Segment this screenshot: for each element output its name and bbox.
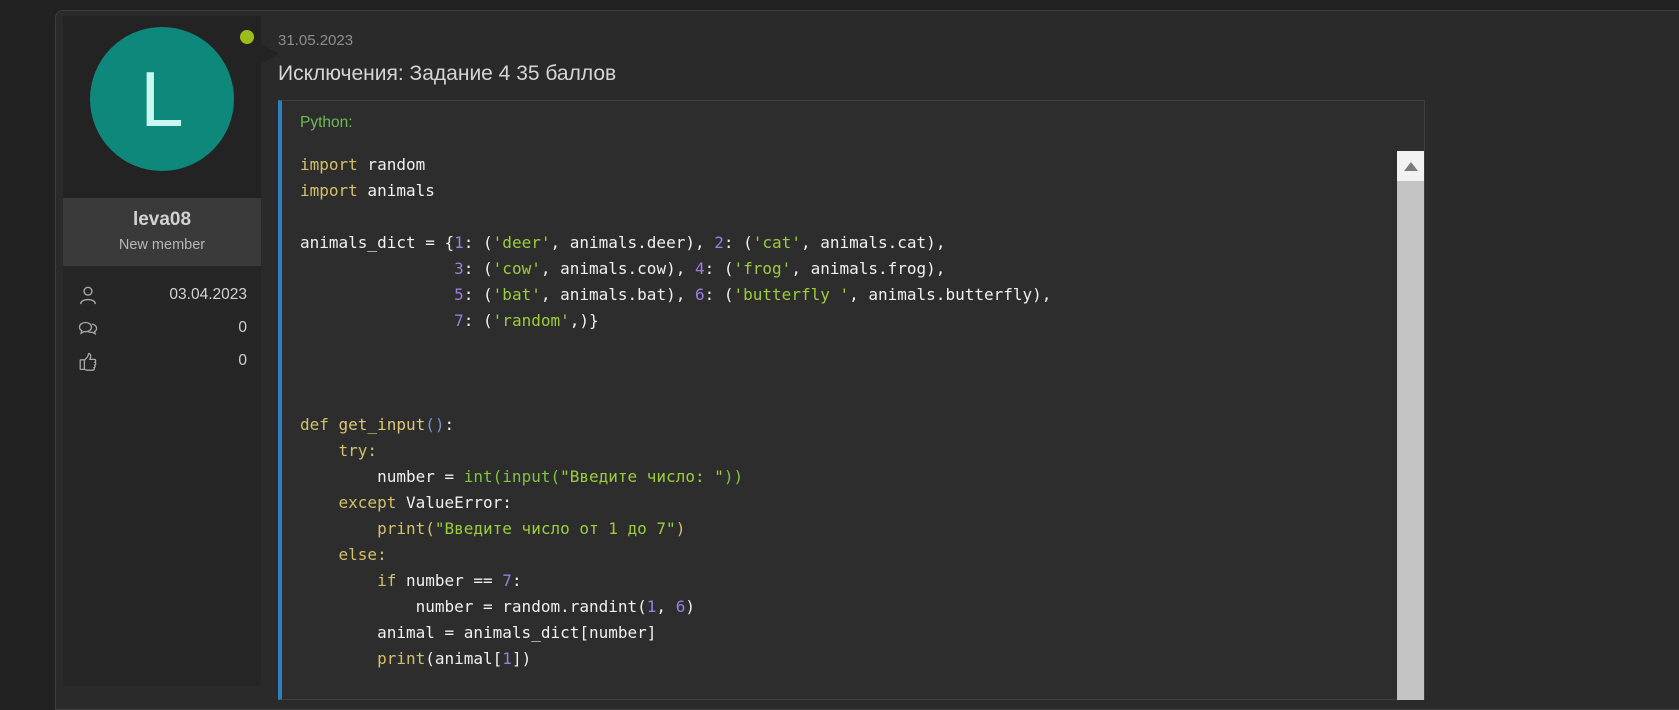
code-line: if number == 7: bbox=[300, 568, 1380, 594]
messages-count: 0 bbox=[238, 319, 247, 337]
user-role: New member bbox=[67, 237, 257, 253]
code-line: 3: ('cow', animals.cow), 4: ('frog', ani… bbox=[300, 256, 1380, 282]
username-link[interactable]: leva08 bbox=[67, 209, 257, 231]
likes-count: 0 bbox=[238, 352, 247, 370]
code-language-label: Python: bbox=[282, 101, 1424, 145]
code-body: import randomimport animals animals_dict… bbox=[282, 145, 1424, 692]
code-line: else: bbox=[300, 542, 1380, 568]
code-line: print("Введите число от 1 до 7") bbox=[300, 516, 1380, 542]
avatar[interactable]: L bbox=[90, 27, 234, 171]
code-line: number = random.randint(1, 6) bbox=[300, 594, 1380, 620]
code-line: number = int(input("Введите число: ")) bbox=[300, 464, 1380, 490]
scroll-up-arrow-icon bbox=[1404, 162, 1418, 171]
post-date[interactable]: 31.05.2023 bbox=[278, 32, 1679, 49]
code-line: try: bbox=[300, 438, 1380, 464]
user-stats: 03.04.2023 0 0 bbox=[63, 266, 261, 686]
username-bar: leva08 New member bbox=[63, 198, 261, 266]
scrollbar-thumb[interactable] bbox=[1397, 181, 1424, 700]
code-line bbox=[300, 360, 1380, 386]
code-line: except ValueError: bbox=[300, 490, 1380, 516]
code-line bbox=[300, 386, 1380, 412]
user-cell: L leva08 New member 03.04.2023 bbox=[63, 16, 261, 686]
post-content: 31.05.2023 Исключения: Задание 4 35 балл… bbox=[278, 11, 1679, 700]
messages-icon bbox=[77, 317, 100, 339]
avatar-letter: L bbox=[140, 60, 183, 138]
likes-icon bbox=[77, 350, 99, 372]
stat-row-joined: 03.04.2023 bbox=[77, 283, 247, 307]
code-block: Python: import randomimport animals anim… bbox=[278, 100, 1425, 700]
code-line: import random bbox=[300, 152, 1380, 178]
code-line: animals_dict = {1: ('deer', animals.deer… bbox=[300, 230, 1380, 256]
post-title: Исключения: Задание 4 35 баллов bbox=[278, 62, 1679, 86]
avatar-box: L bbox=[63, 16, 261, 198]
code-line: def get_input(): bbox=[300, 412, 1380, 438]
code-line bbox=[300, 204, 1380, 230]
joined-date: 03.04.2023 bbox=[169, 286, 247, 304]
code-line: import animals bbox=[300, 178, 1380, 204]
code-line: 5: ('bat', animals.bat), 6: ('butterfly … bbox=[300, 282, 1380, 308]
avatar-arrow bbox=[261, 44, 279, 64]
code-line bbox=[300, 334, 1380, 360]
code-line: print(animal[1]) bbox=[300, 646, 1380, 672]
user-icon bbox=[77, 284, 99, 306]
forum-post: L leva08 New member 03.04.2023 bbox=[55, 10, 1679, 710]
code-line: 7: ('random',)} bbox=[300, 308, 1380, 334]
stat-row-likes: 0 bbox=[77, 349, 247, 373]
online-status-icon bbox=[240, 30, 254, 44]
scrollbar-up-button[interactable] bbox=[1397, 151, 1424, 181]
code-line: animal = animals_dict[number] bbox=[300, 620, 1380, 646]
stat-row-messages: 0 bbox=[77, 316, 247, 340]
code-scrollbar[interactable] bbox=[1397, 151, 1424, 700]
